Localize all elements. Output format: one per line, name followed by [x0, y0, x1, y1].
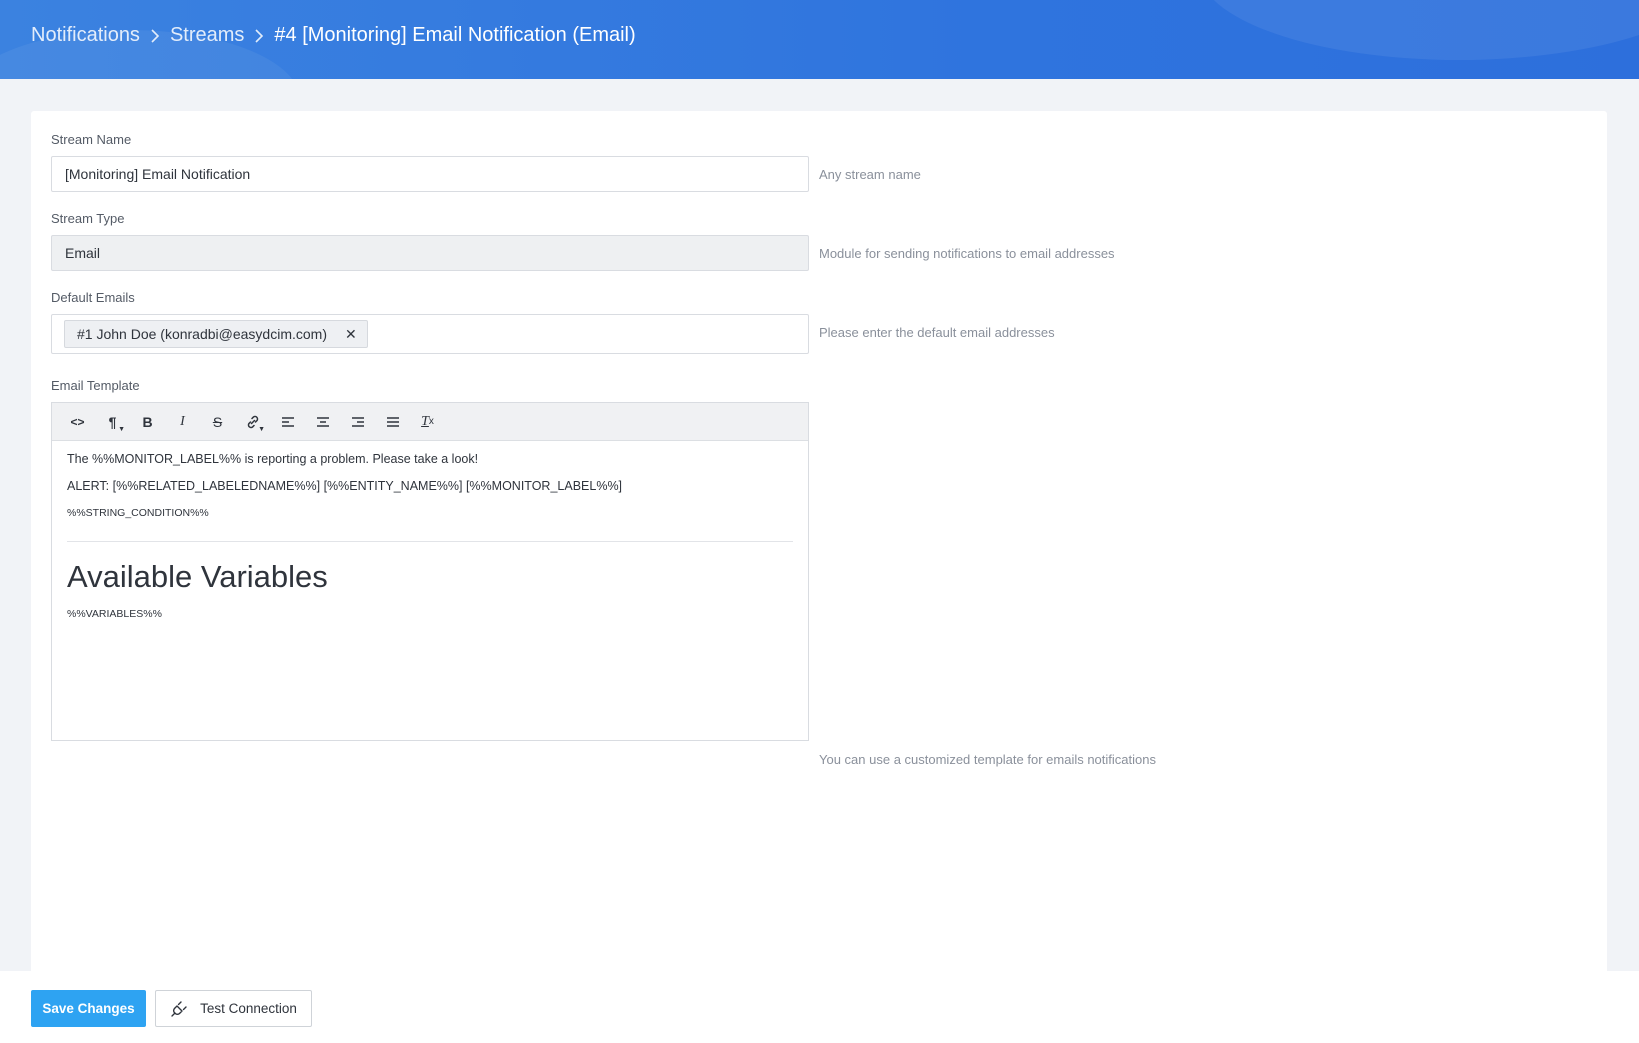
stream-type-field: Email	[51, 235, 809, 271]
clear-format-icon[interactable]: Tx	[410, 407, 445, 437]
form-footer: Save Changes Test Connection	[0, 971, 1639, 1043]
email-template-help: You can use a customized template for em…	[819, 752, 1156, 767]
template-line-2: ALERT: [%%RELATED_LABELEDNAME%%] [%%ENTI…	[67, 479, 623, 493]
template-text: is reporting a problem. Please take a lo…	[241, 452, 479, 466]
code-view-icon[interactable]: <>	[60, 407, 95, 437]
italic-icon[interactable]: I	[165, 407, 200, 437]
email-tag: #1 John Doe (konradbi@easydcim.com) ✕	[64, 320, 368, 348]
chevron-right-icon	[140, 24, 170, 47]
header-decoration	[1199, 0, 1639, 60]
breadcrumb: Notifications Streams #4 [Monitoring] Em…	[31, 24, 636, 47]
align-left-icon[interactable]	[270, 407, 305, 437]
stream-form-card: Stream Name [Monitoring] Email Notificat…	[31, 111, 1607, 981]
stream-name-label: Stream Name	[51, 132, 132, 147]
link-icon[interactable]: ▼	[235, 407, 270, 437]
template-divider	[67, 541, 793, 542]
default-emails-label: Default Emails	[51, 290, 135, 305]
plug-icon	[170, 1000, 188, 1018]
stream-name-help: Any stream name	[819, 167, 921, 182]
template-variable: %%MONITOR_LABEL%%	[92, 452, 242, 466]
email-tag-label: #1 John Doe (konradbi@easydcim.com)	[77, 326, 327, 342]
template-line-3: %%STRING_CONDITION%%	[67, 507, 209, 519]
align-center-icon[interactable]	[305, 407, 340, 437]
bold-icon[interactable]: B	[130, 407, 165, 437]
test-connection-button[interactable]: Test Connection	[155, 990, 312, 1027]
email-template-label: Email Template	[51, 378, 140, 393]
default-emails-input[interactable]: #1 John Doe (konradbi@easydcim.com) ✕	[51, 314, 809, 354]
stream-type-help: Module for sending notifications to emai…	[819, 246, 1115, 261]
stream-name-input[interactable]: [Monitoring] Email Notification	[51, 156, 809, 192]
template-heading: Available Variables	[67, 559, 328, 594]
template-text: The	[67, 452, 93, 466]
save-changes-button[interactable]: Save Changes	[31, 990, 146, 1027]
breadcrumb-streams[interactable]: Streams	[170, 24, 244, 47]
email-template-editor: <> ¶ ▼ B I S ▼ Tx The %%MONITOR_LABEL%% …	[51, 402, 809, 741]
template-line-1: The %%MONITOR_LABEL%% is reporting a pro…	[67, 451, 793, 467]
breadcrumb-current-page: #4 [Monitoring] Email Notification (Emai…	[274, 24, 636, 46]
breadcrumb-notifications[interactable]: Notifications	[31, 24, 140, 47]
editor-content[interactable]: The %%MONITOR_LABEL%% is reporting a pro…	[52, 441, 808, 643]
chevron-right-icon	[244, 24, 274, 47]
align-right-icon[interactable]	[340, 407, 375, 437]
align-justify-icon[interactable]	[375, 407, 410, 437]
stream-type-label: Stream Type	[51, 211, 125, 226]
close-icon[interactable]: ✕	[345, 326, 357, 343]
editor-toolbar: <> ¶ ▼ B I S ▼ Tx	[52, 403, 808, 441]
default-emails-help: Please enter the default email addresses	[819, 325, 1055, 340]
paragraph-icon[interactable]: ¶ ▼	[95, 407, 130, 437]
page-header: Notifications Streams #4 [Monitoring] Em…	[0, 0, 1639, 79]
test-connection-label: Test Connection	[200, 1001, 297, 1016]
template-variables: %%VARIABLES%%	[67, 608, 162, 620]
strikethrough-icon[interactable]: S	[200, 407, 235, 437]
